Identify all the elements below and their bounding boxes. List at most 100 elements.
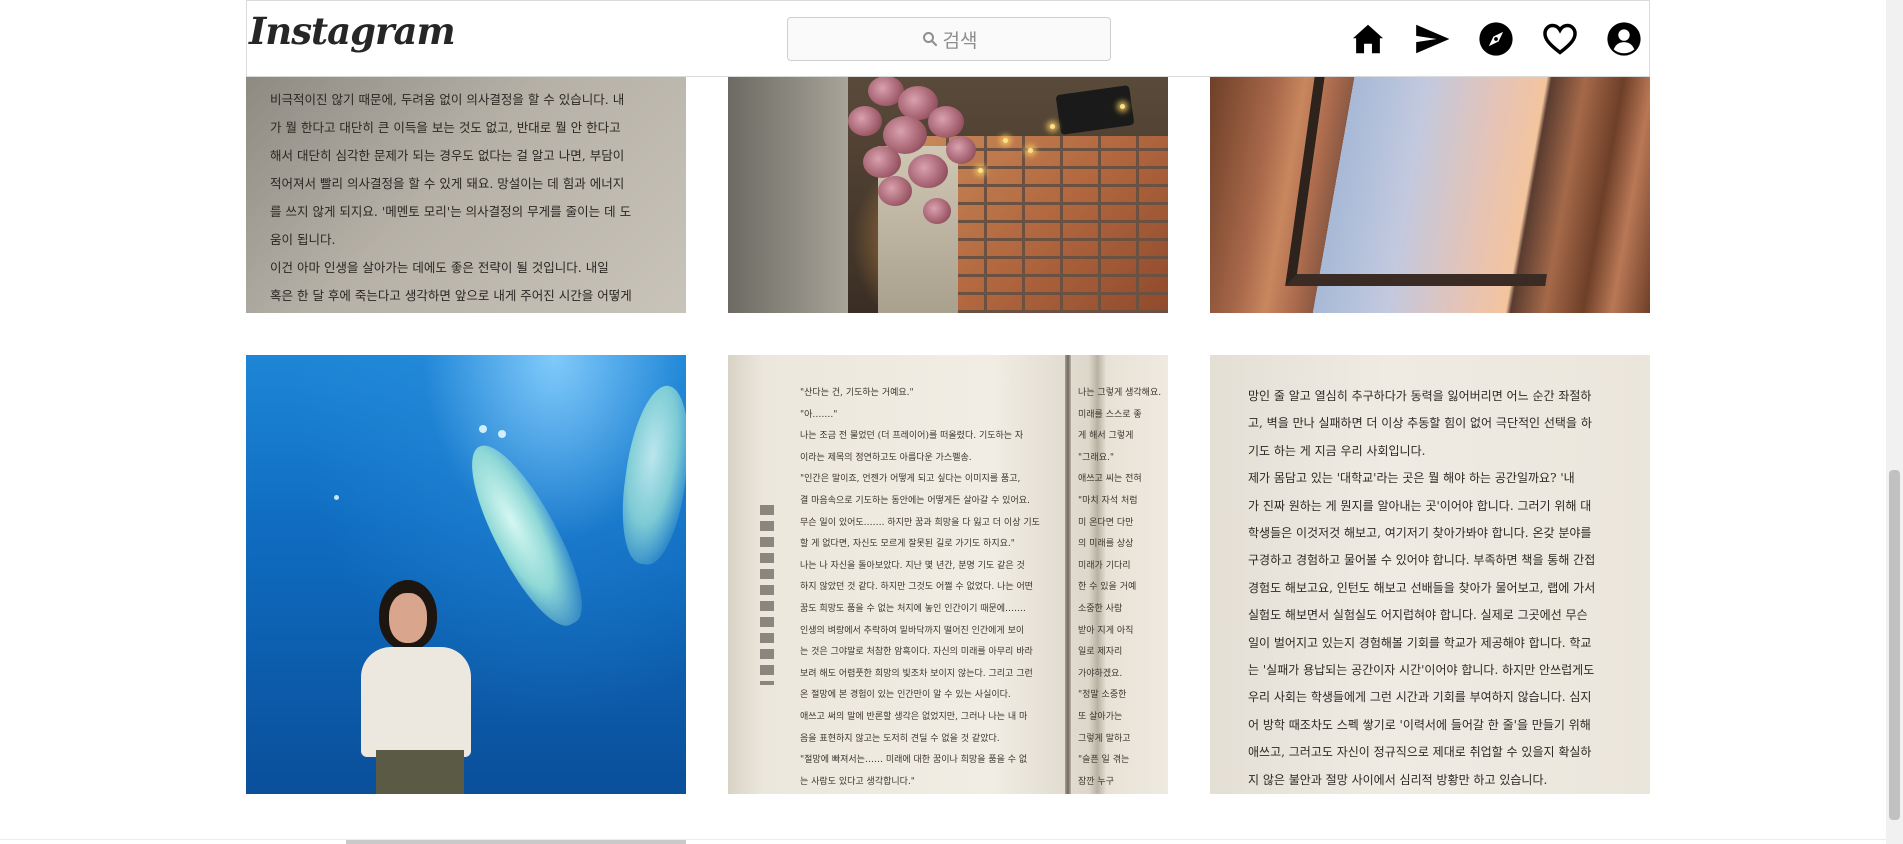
book-text-line: 애쓰고, 그러고도 자신이 정규직으로 제대로 취업할 수 있을지 확실하 — [1248, 745, 1592, 760]
book-page-text: 망인 줄 알고 열심히 추구하다가 동력을 잃어버리면 어느 순간 좌절하고, … — [1248, 383, 1612, 794]
book-text-line: 꿈도 희망도 품을 수 없는 처지에 놓인 인간이기 때문에……. — [800, 603, 1026, 614]
post-thumbnail-open-book[interactable]: "산다는 건, 기도하는 거예요." "아……." 나는 조금 전 물었던 (더 프… — [728, 355, 1168, 794]
flower — [928, 106, 964, 138]
book-text-line: 구경하고 경험하고 물어볼 수 있어야 합니다. 부족하면 책을 통해 간접 — [1248, 553, 1596, 568]
wall-panel — [728, 76, 848, 313]
post-thumbnail-window[interactable] — [1210, 76, 1650, 313]
search-input[interactable]: 검색 — [787, 17, 1111, 61]
book-text-line: 적어져서 빨리 의사결정을 할 수 있게 돼요. 망설이는 데 힘과 에너지 — [270, 176, 625, 191]
vertical-scrollbar[interactable] — [1886, 0, 1903, 844]
book-text-line: 제가 몸담고 있는 '대학교'라는 곳은 뭘 해야 하는 공간일까요? '내 — [1248, 471, 1575, 486]
book-page-text: 비극적이진 않기 때문에, 두려움 없이 의사결정을 할 수 있습니다. 내가 … — [270, 86, 662, 313]
book-text-line: 를 쓰지 않게 되지요. '메멘토 모리'는 의사결정의 무게를 줄이는 데 도 — [270, 204, 632, 219]
flower — [878, 176, 912, 206]
book-text-line: 받아 지게 아직 — [1078, 625, 1134, 636]
book-text-line: "절망에 빠져서는…… 미래에 대한 꿈이나 희망을 품을 수 없 — [800, 755, 1028, 766]
post-thumbnail-book-page-2[interactable]: 망인 줄 알고 열심히 추구하다가 동력을 잃어버리면 어느 순간 좌절하고, … — [1210, 355, 1650, 794]
profile-icon[interactable] — [1605, 20, 1643, 58]
book-text-line: 나는 조금 전 물었던 (더 프레이어)를 떠올렸다. 기도하는 자 — [800, 431, 1024, 442]
book-text-line: 가 뭘 한다고 대단히 큰 이득을 보는 것도 없고, 반대로 뭘 안 한다고 — [270, 120, 621, 135]
book-text-line: 온 절망에 본 경험이 있는 인간만이 알 수 있는 사실이다. — [800, 690, 1011, 701]
book-text-line: 망인 줄 알고 열심히 추구하다가 동력을 잃어버리면 어느 순간 좌절하 — [1248, 389, 1592, 403]
book-text-line: 의 미래를 상상 — [1078, 539, 1134, 550]
book-text-line: 이라는 제목의 정연하고도 아름다운 가스펠송. — [800, 452, 972, 463]
book-text-line: 학생들은 이것저것 해보고, 여기저기 찾아가봐야 합니다. 온갖 분야를 — [1248, 526, 1592, 541]
book-text-line: 고, 벽을 만나 실패하면 더 이상 추동할 힘이 없어 극단적인 선택을 하 — [1248, 416, 1592, 431]
book-right-page-text: 나는 그렇게 생각해요. 미래를 스스로 좋게 해서 그렇게 "그래요." 애쓰고 씨… — [1078, 383, 1168, 793]
book-text-line: 게 해서 그렇게 — [1078, 431, 1134, 442]
book-text-line: 일로 제자리 — [1078, 647, 1123, 658]
book-text-line: 잠깐 누구 — [1078, 776, 1114, 787]
book-text-line: 는 '실패가 용납되는 공간이자 시간'이어야 합니다. 하지만 안쓰럽게도 — [1248, 663, 1595, 678]
book-text-line: 결 마음속으로 기도하는 동안에는 어떻게든 살아갈 수 있어요. — [800, 495, 1030, 506]
book-text-line: 또 살아가는 — [1078, 711, 1123, 722]
book-text-line: 일이 벌어지고 있는지 경험해볼 기회를 학교가 제공해야 합니다. 학교 — [1248, 635, 1592, 650]
instagram-logo[interactable]: Instagram — [249, 9, 456, 53]
string-light — [1050, 124, 1055, 129]
flower — [863, 146, 901, 178]
person-shirt — [361, 647, 471, 757]
string-light — [978, 168, 983, 173]
book-left-page-text: "산다는 건, 기도하는 거예요." "아……." 나는 조금 전 물었던 (더 프… — [800, 383, 1060, 794]
book-text-line: 소중한 사람 — [1078, 603, 1123, 614]
book-text-line: 는 사람도 있다고 생각합니다." — [800, 776, 915, 787]
flower — [946, 136, 976, 164]
book-text-line: 이건 아마 인생을 살아가는 데에도 좋은 전략이 될 것입니다. 내일 — [270, 260, 609, 275]
book-text-line: 가 진짜 원하는 게 뭔지를 알아내는 곳'이어야 합니다. 그러기 위해 대 — [1248, 498, 1592, 513]
window-frame — [1285, 76, 1575, 286]
person-face — [389, 593, 427, 643]
book-text-line: 애쓰고 써의 말에 반론할 생각은 없었지만, 그러나 나는 내 마 — [800, 711, 1028, 722]
bubble — [479, 425, 487, 433]
divider — [0, 839, 1886, 840]
instagram-page: 비극적이진 않기 때문에, 두려움 없이 의사결정을 할 수 있습니다. 내가 … — [0, 0, 1903, 844]
activity-heart-icon[interactable] — [1541, 20, 1579, 58]
book-text-line: 혹은 한 달 후에 죽는다고 생각하면 앞으로 내게 주어진 시간을 어떻게 — [270, 288, 632, 303]
search-placeholder: 검색 — [942, 29, 978, 52]
flower — [848, 106, 882, 136]
book-text-line: 나는 그렇게 생각해요. — [1078, 388, 1162, 398]
speaker — [1055, 85, 1135, 135]
book-text-line: 보내야 할지 — [270, 310, 662, 313]
book-text-line: 는 것은 그야말로 처참한 암흑이다. 자신의 미래를 아무리 바라 — [800, 647, 1033, 658]
book-text-line: 움이 됩니다. — [270, 232, 336, 247]
string-light — [1003, 138, 1008, 143]
post-thumbnail-aquarium[interactable] — [246, 355, 686, 794]
book-text-line: 기도 하는 게 지금 우리 사회입니다. — [1248, 443, 1426, 458]
book-text-line: 실험도 해보면서 실험실도 어지럽혀야 합니다. 실제로 그곳에선 무슨 — [1248, 608, 1588, 623]
direct-send-icon[interactable] — [1413, 20, 1451, 58]
book-text-line: 한 수 있을 거예 — [1078, 582, 1137, 593]
book-text-line: 음을 표현하지 않고는 도저히 견딜 수 없을 것 같았다. — [800, 733, 1000, 744]
book-text-line: 해서 대단히 심각한 문제가 되는 경우도 없다는 걸 알고 나면, 부담이 — [270, 148, 625, 163]
post-thumbnail-book-page[interactable]: 비극적이진 않기 때문에, 두려움 없이 의사결정을 할 수 있습니다. 내가 … — [246, 76, 686, 313]
horizontal-scrollbar-thumb[interactable] — [346, 840, 686, 844]
search-icon — [922, 32, 937, 47]
flower — [908, 154, 948, 188]
home-icon[interactable] — [1349, 20, 1387, 58]
string-light — [1120, 104, 1125, 109]
book-text-line: 그렇게 말하고 — [1078, 733, 1131, 744]
book-text-line: 경험도 해보고요, 인턴도 해보고 선배들을 찾아가 물어보고, 랩에 가서 — [1248, 580, 1596, 595]
book-text-line: "슬픈 일 겪는 — [1078, 755, 1130, 766]
bubble — [334, 495, 339, 500]
book-text-line: 나는 나 자신을 돌아보았다. 지난 몇 년간, 분명 기도 같은 것 — [800, 560, 1025, 571]
vertical-title — [760, 505, 774, 685]
nav-icon-group — [1349, 19, 1643, 59]
string-light — [1028, 148, 1033, 153]
book-text-line: "정말 소중한 — [1078, 690, 1127, 701]
book-text-line: 지 않은 불안과 절망 사이에서 심리적 방황만 하고 있습니다. — [1248, 772, 1548, 787]
book-text-line: 무슨 일이 있어도……. 하지만 꿈과 희망을 다 잃고 더 이상 기도 — [800, 517, 1040, 528]
explore-compass-icon[interactable] — [1477, 20, 1515, 58]
book-text-line: 가야하겠요. — [1078, 668, 1123, 679]
beluga-whale — [452, 432, 600, 638]
book-text-line: 그러자 애쓰고 씨는 — [800, 793, 1060, 794]
person-pants — [376, 750, 464, 794]
book-text-line: 보려 해도 어렴풋한 희망의 빛조차 보이지 않는다. 그리고 그런 — [800, 668, 1033, 679]
book-text-line: "마치 자석 처럼 — [1078, 495, 1138, 506]
post-thumbnail-flowers[interactable] — [728, 76, 1168, 313]
top-nav-bar: Instagram 검색 — [246, 0, 1650, 77]
book-text-line: "아……." — [800, 409, 838, 420]
bubble — [498, 430, 506, 438]
book-text-line: 인생의 벼랑에서 추락하여 밑바닥까지 떨어진 인간에게 보이 — [800, 625, 1025, 636]
vertical-scrollbar-thumb[interactable] — [1889, 470, 1900, 820]
book-text-line: "그래요." — [1078, 452, 1114, 463]
